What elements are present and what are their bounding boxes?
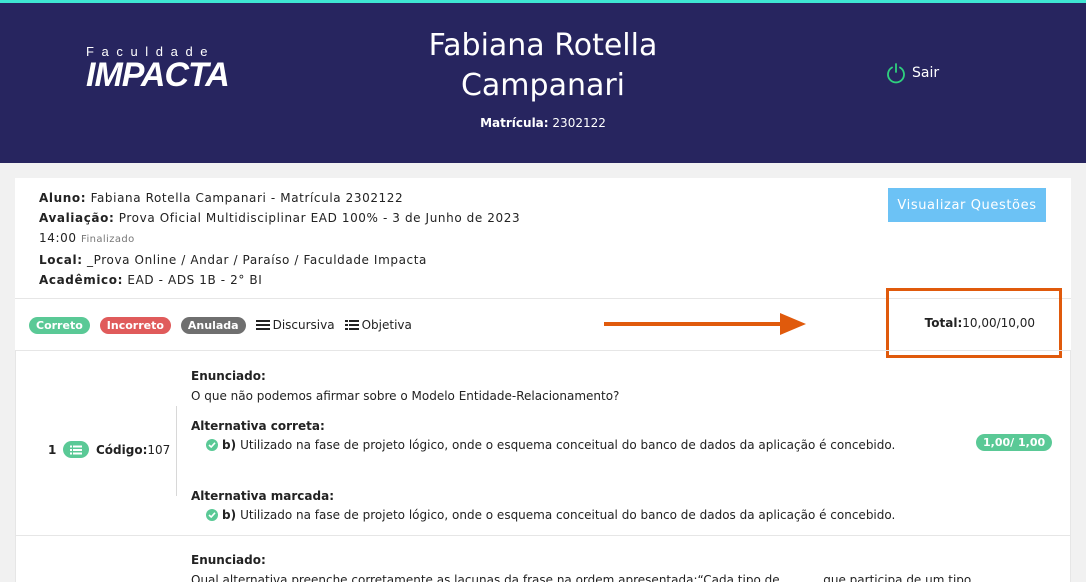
hora-value: 14:00 (39, 231, 77, 245)
codigo-value: 107 (147, 443, 171, 457)
alternativa-marcada-label: Alternativa marcada: (191, 489, 334, 503)
matricula-label: Matrícula: (480, 116, 549, 130)
academico-label: Acadêmico: (39, 273, 123, 287)
alternativa-marcada: b) Utilizado na fase de projeto lógico, … (206, 508, 895, 522)
student-name: Fabiana Rotella Campanari (428, 28, 658, 103)
alternativa-correta: b) Utilizado na fase de projeto lógico, … (206, 438, 895, 452)
correta-text: Utilizado na fase de projeto lógico, ond… (240, 438, 896, 452)
logout-label: Sair (912, 65, 940, 81)
exam-card: Aluno: Fabiana Rotella Campanari - Matrí… (15, 178, 1071, 582)
power-icon (887, 63, 905, 84)
highlight-box (886, 288, 1062, 358)
aluno-value: Fabiana Rotella Campanari - Matrícula 23… (90, 191, 404, 205)
header: Faculdade IMPACTA Fabiana Rotella Campan… (0, 3, 1086, 163)
local-label: Local: (39, 253, 83, 267)
question-number-value: 1 (48, 442, 57, 457)
logo: Faculdade IMPACTA (86, 45, 286, 95)
exam-info: Aluno: Fabiana Rotella Campanari - Matrí… (39, 188, 559, 290)
list-icon (70, 445, 83, 454)
legend-objetiva: Objetiva (344, 318, 412, 332)
question-score-badge: 1,00/ 1,00 (976, 434, 1053, 451)
discursiva-label: Discursiva (272, 318, 335, 332)
question-type-badge (63, 441, 90, 458)
enunciado-text: Qual alternativa preenche corretamente a… (191, 573, 972, 582)
avaliacao-value: Prova Oficial Multidisciplinar EAD 100% … (118, 211, 521, 225)
question-codigo: Código:107 (96, 443, 170, 457)
badge-incorreto: Incorreto (99, 316, 171, 334)
matricula: Matrícula: 2302122 (393, 116, 693, 130)
question-number: 1 (48, 441, 90, 458)
legend-discursiva: Discursiva (255, 318, 335, 332)
question-2: Enunciado: Qual alternativa preenche cor… (15, 535, 1071, 582)
correta-letter: b) (222, 438, 237, 452)
info-local: Local: _Prova Online / Andar / Paraíso /… (39, 250, 559, 270)
codigo-label: Código: (96, 443, 148, 457)
info-avaliacao: Avaliação: Prova Oficial Multidisciplina… (39, 208, 559, 228)
local-value: _Prova Online / Andar / Paraíso / Faculd… (87, 253, 427, 267)
status-text: Finalizado (81, 234, 135, 245)
alternativa-correta-label: Alternativa correta: (191, 419, 325, 433)
visualizar-questoes-button[interactable]: Visualizar Questões (888, 188, 1046, 222)
check-circle-icon (206, 509, 218, 521)
logout-button[interactable]: Sair (885, 61, 939, 85)
enunciado-text: O que não podemos afirmar sobre o Modelo… (191, 389, 620, 403)
legend: Correto Incorreto Anulada Discursiva Obj… (29, 316, 422, 334)
arrow-right-icon (604, 313, 806, 335)
enunciado-label: Enunciado: (191, 369, 266, 383)
list-bullets-icon (344, 320, 359, 330)
marcada-letter: b) (222, 508, 237, 522)
info-academico: Acadêmico: EAD - ADS 1B - 2° BI (39, 270, 559, 290)
academico-value: EAD - ADS 1B - 2° BI (127, 273, 263, 287)
question-1: 1 Código:107 Enunciado: O que não podemo… (15, 350, 1071, 536)
matricula-value: 2302122 (552, 116, 606, 130)
info-hora: 14:00 Finalizado (39, 228, 559, 250)
marcada-text: Utilizado na fase de projeto lógico, ond… (240, 508, 896, 522)
avaliacao-label: Avaliação: (39, 211, 115, 225)
aluno-label: Aluno: (39, 191, 87, 205)
logo-big-text: IMPACTA (86, 56, 230, 94)
badge-anulada: Anulada (180, 316, 246, 334)
check-circle-icon (206, 439, 218, 451)
info-aluno: Aluno: Fabiana Rotella Campanari - Matrí… (39, 188, 559, 208)
badge-correto: Correto (29, 316, 90, 334)
objetiva-label: Objetiva (361, 318, 412, 332)
question-divider (176, 406, 177, 496)
list-lines-icon (255, 320, 270, 330)
enunciado-label: Enunciado: (191, 553, 266, 567)
